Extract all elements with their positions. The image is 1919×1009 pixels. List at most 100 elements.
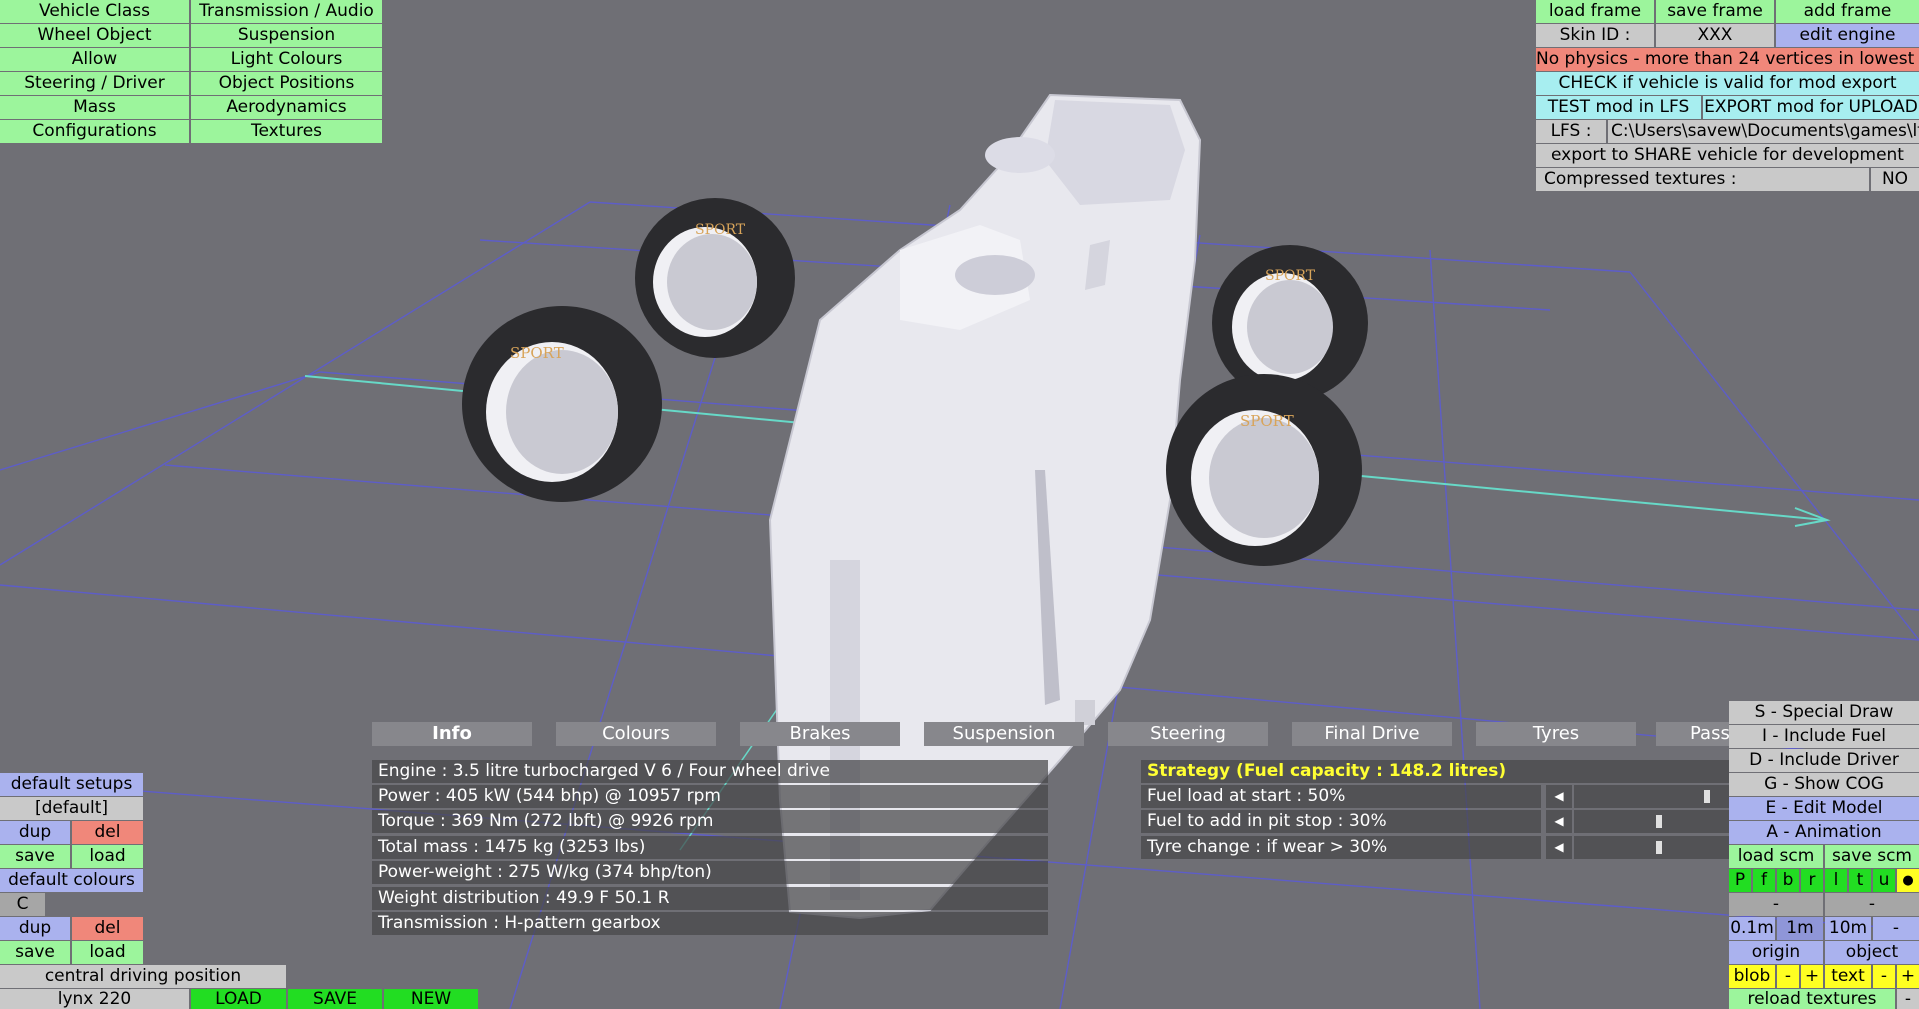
lfs-path-label: LFS : [1536, 120, 1606, 143]
object-positions-button[interactable]: Object Positions [191, 72, 382, 95]
layer-r-toggle[interactable]: r [1801, 869, 1823, 892]
tyre-change-slider[interactable] [1574, 836, 1729, 859]
grid-10m-button[interactable]: 10m [1825, 917, 1871, 940]
tab-pass[interactable]: Pass [1656, 722, 1729, 746]
include-fuel-button[interactable]: I - Include Fuel [1729, 725, 1919, 748]
dot-toggle[interactable]: ● [1897, 869, 1919, 892]
tab-tyres[interactable]: Tyres [1476, 722, 1636, 746]
compressed-textures-toggle[interactable]: NO [1871, 168, 1919, 191]
colour-save-button[interactable]: save [0, 941, 70, 964]
check-valid-button[interactable]: CHECK if vehicle is valid for mod export [1536, 72, 1919, 95]
object-button[interactable]: object [1825, 941, 1919, 964]
blob-minus-button[interactable]: - [1777, 965, 1799, 988]
compressed-textures-label: Compressed textures : [1536, 168, 1869, 191]
layer-u-toggle[interactable]: u [1873, 869, 1895, 892]
fuel-pit-decrease-button[interactable]: ◀ [1546, 810, 1572, 833]
text-label: text [1825, 965, 1871, 988]
save-frame-button[interactable]: save frame [1656, 0, 1774, 23]
option-right-button[interactable]: - [1825, 893, 1919, 916]
info-weight-distribution: Weight distribution : 49.9 F 50.1 R [372, 887, 1048, 910]
tyre-change-decrease-button[interactable]: ◀ [1546, 836, 1572, 859]
default-colours-label: default colours [0, 869, 143, 892]
tyre-brand-text: SPORT [510, 344, 564, 362]
layer-t-toggle[interactable]: t [1849, 869, 1871, 892]
fuel-start-decrease-button[interactable]: ◀ [1546, 785, 1572, 808]
grid-1m-button[interactable]: 1m [1777, 917, 1823, 940]
physics-warning: No physics - more than 24 vertices in lo… [1536, 48, 1919, 71]
colour-dup-button[interactable]: dup [0, 917, 70, 940]
animation-button[interactable]: A - Animation [1729, 821, 1919, 844]
car-name-field[interactable]: lynx 220 [0, 989, 189, 1009]
text-minus-button[interactable]: - [1873, 965, 1895, 988]
layer-f-toggle[interactable]: f [1753, 869, 1775, 892]
blob-label: blob [1729, 965, 1775, 988]
option-left-button[interactable]: - [1729, 893, 1823, 916]
light-colours-button[interactable]: Light Colours [191, 48, 382, 71]
colour-load-button[interactable]: load [72, 941, 143, 964]
car-save-button[interactable]: SAVE [288, 989, 382, 1009]
load-frame-button[interactable]: load frame [1536, 0, 1654, 23]
tab-brakes[interactable]: Brakes [740, 722, 900, 746]
tyre-change-label: Tyre change : if wear > 30% [1141, 836, 1541, 859]
wheel-object-button[interactable]: Wheel Object [0, 24, 189, 47]
tab-colours[interactable]: Colours [556, 722, 716, 746]
reload-option-button[interactable]: - [1897, 989, 1919, 1009]
lfs-path-field[interactable]: C:\Users\savew\Documents\games\lfs 0.7 [1608, 120, 1919, 143]
slider-knob[interactable] [1704, 790, 1710, 803]
info-engine: Engine : 3.5 litre turbocharged V 6 / Fo… [372, 760, 1048, 783]
suspension-button[interactable]: Suspension [191, 24, 382, 47]
export-mod-button[interactable]: EXPORT mod for UPLOAD [1703, 96, 1919, 119]
tyre-brand-text: SPORT [1240, 412, 1294, 430]
test-mod-button[interactable]: TEST mod in LFS [1536, 96, 1701, 119]
default-setups-label: default setups [0, 773, 143, 796]
include-driver-button[interactable]: D - Include Driver [1729, 749, 1919, 772]
setup-select[interactable]: [default] [0, 797, 143, 820]
export-share-button[interactable]: export to SHARE vehicle for development [1536, 144, 1919, 167]
slider-knob[interactable] [1656, 815, 1662, 828]
load-scm-button[interactable]: load scm [1729, 845, 1823, 868]
layer-l-toggle[interactable]: l [1825, 869, 1847, 892]
tab-steering[interactable]: Steering [1108, 722, 1268, 746]
tab-info[interactable]: Info [372, 722, 532, 746]
reload-textures-button[interactable]: reload textures [1729, 989, 1895, 1009]
colour-select[interactable]: C [0, 893, 45, 916]
configurations-button[interactable]: Configurations [0, 120, 189, 143]
edit-model-button[interactable]: E - Edit Model [1729, 797, 1919, 820]
skin-id-field[interactable]: XXX [1656, 24, 1774, 47]
vehicle-class-button[interactable]: Vehicle Class [0, 0, 189, 23]
add-frame-button[interactable]: add frame [1776, 0, 1919, 23]
fuel-pit-slider[interactable] [1574, 810, 1729, 833]
slider-knob[interactable] [1656, 841, 1662, 854]
setup-save-button[interactable]: save [0, 845, 70, 868]
setup-load-button[interactable]: load [72, 845, 143, 868]
car-new-button[interactable]: NEW [384, 989, 478, 1009]
tab-suspension[interactable]: Suspension [924, 722, 1084, 746]
setup-del-button[interactable]: del [72, 821, 143, 844]
grid-off-button[interactable]: - [1873, 917, 1919, 940]
colour-del-button[interactable]: del [72, 917, 143, 940]
info-power: Power : 405 kW (544 bhp) @ 10957 rpm [372, 785, 1048, 808]
transmission-audio-button[interactable]: Transmission / Audio [191, 0, 382, 23]
blob-plus-button[interactable]: + [1801, 965, 1823, 988]
setup-dup-button[interactable]: dup [0, 821, 70, 844]
tyre-front-left: SPORT [462, 306, 662, 502]
special-draw-button[interactable]: S - Special Draw [1729, 701, 1919, 724]
origin-button[interactable]: origin [1729, 941, 1823, 964]
edit-engine-button[interactable]: edit engine [1776, 24, 1919, 47]
textures-button[interactable]: Textures [191, 120, 382, 143]
save-scm-button[interactable]: save scm [1825, 845, 1919, 868]
steering-driver-button[interactable]: Steering / Driver [0, 72, 189, 95]
text-plus-button[interactable]: + [1897, 965, 1919, 988]
allow-button[interactable]: Allow [0, 48, 189, 71]
layer-b-toggle[interactable]: b [1777, 869, 1799, 892]
tyre-front-right: SPORT [1166, 374, 1362, 566]
car-load-button[interactable]: LOAD [191, 989, 286, 1009]
tab-final-drive[interactable]: Final Drive [1292, 722, 1452, 746]
mass-button[interactable]: Mass [0, 96, 189, 119]
grid-0-1m-button[interactable]: 0.1m [1729, 917, 1775, 940]
show-cog-button[interactable]: G - Show COG [1729, 773, 1919, 796]
central-driving-position-button[interactable]: central driving position [0, 965, 286, 988]
layer-p-toggle[interactable]: P [1729, 869, 1751, 892]
fuel-start-slider[interactable] [1574, 785, 1729, 808]
aerodynamics-button[interactable]: Aerodynamics [191, 96, 382, 119]
